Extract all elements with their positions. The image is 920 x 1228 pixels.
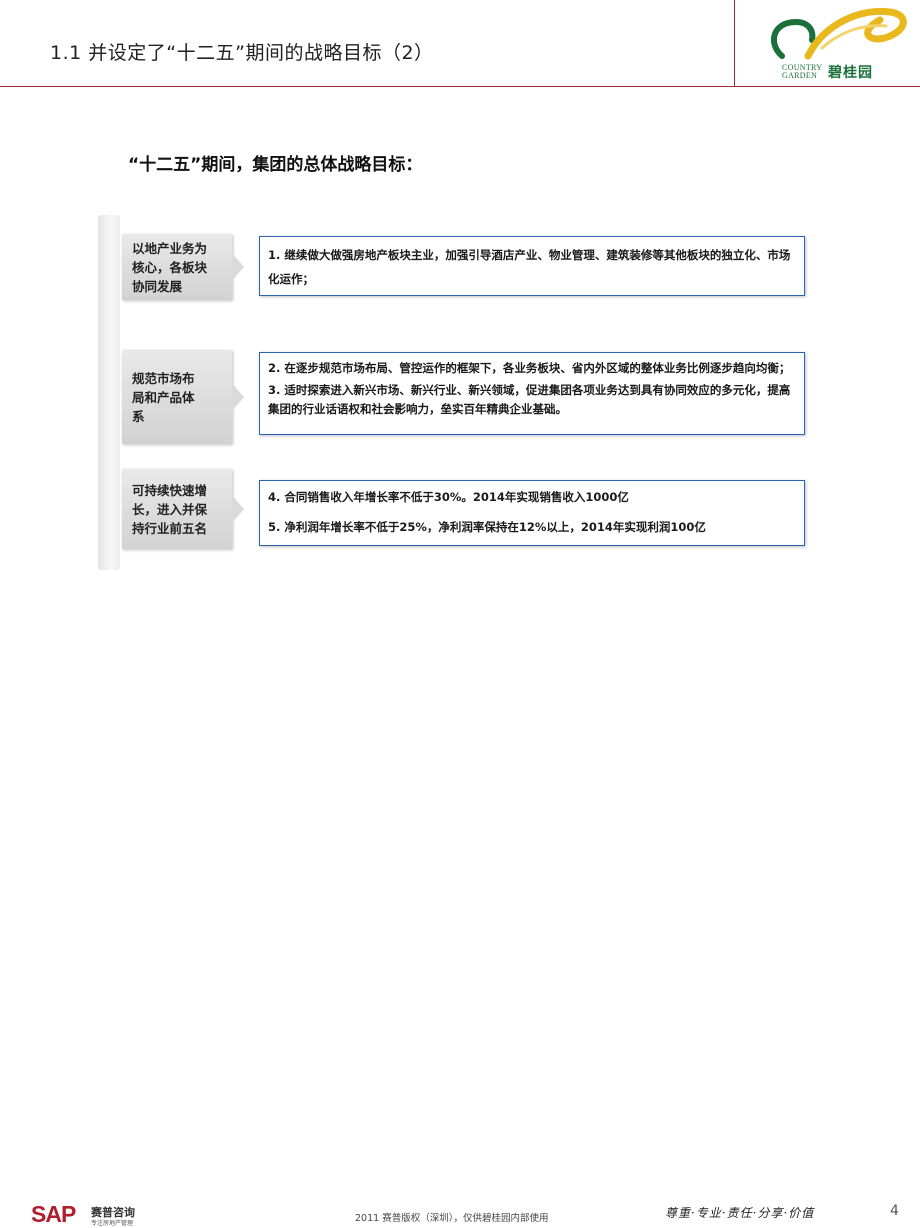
slide-header: 1.1 并设定了“十二五”期间的战略目标（2） COUNTRY GARDEN 碧… <box>0 0 920 86</box>
goal-box: 2. 在逐步规范市场布局、管控运作的框架下，各业务板块、省内外区域的整体业务比例… <box>259 352 805 435</box>
category-label: 规范市场布局和产品体系 <box>122 350 244 444</box>
page-number: 4 <box>890 1203 899 1219</box>
slide-title: 1.1 并设定了“十二五”期间的战略目标（2） <box>50 42 434 64</box>
goal-item: 5. 净利润年增长率不低于25%，净利润率保持在12%以上，2014年实现利润1… <box>268 520 706 534</box>
category-label: 以地产业务为核心，各板块协同发展 <box>122 234 244 300</box>
header-divider <box>0 86 920 87</box>
logo-subtext: COUNTRY GARDEN <box>782 63 823 80</box>
sap-company-tagline: 专注房地产管理 <box>91 1220 134 1227</box>
logo-text: 碧桂园 <box>828 65 873 81</box>
timeline-spine <box>98 215 120 570</box>
category-label-text: 规范市场布局和产品体系 <box>132 370 195 424</box>
sap-logo: SAP <box>31 1201 76 1227</box>
section-heading: “十二五”期间，集团的总体战略目标： <box>128 155 423 175</box>
goal-item: 1. 继续做大做强房地产板块主业，加强引导酒店产业、物业管理、建筑装修等其他板块… <box>268 248 791 286</box>
logo-divider <box>734 0 735 86</box>
category-label-text: 以地产业务为核心，各板块协同发展 <box>132 240 208 294</box>
copyright-notice: 2011 赛普版权（深圳），仅供碧桂园内部使用 <box>355 1213 549 1224</box>
goal-item: 2. 在逐步规范市场布局、管控运作的框架下，各业务板块、省内外区域的整体业务比例… <box>268 361 791 375</box>
goal-item: 3. 适时探索进入新兴市场、新兴行业、新兴领域，促进集团各项业务达到具有协同效应… <box>268 383 791 416</box>
category-label: 可持续快速增长，进入并保持行业前五名 <box>122 469 244 549</box>
goal-box: 4. 合同销售收入年增长率不低于30%。2014年实现销售收入1000亿 5. … <box>259 480 805 546</box>
goal-box: 1. 继续做大做强房地产板块主业，加强引导酒店产业、物业管理、建筑装修等其他板块… <box>259 236 805 296</box>
goal-item: 4. 合同销售收入年增长率不低于30%。2014年实现销售收入1000亿 <box>268 490 629 504</box>
slide-footer: SAP 赛普咨询 专注房地产管理 2011 赛普版权（深圳），仅供碧桂园内部使用… <box>0 598 920 1227</box>
footer-motto: 尊重·专业·责任·分享·价值 <box>665 1206 815 1220</box>
category-label-text: 可持续快速增长，进入并保持行业前五名 <box>132 482 208 536</box>
